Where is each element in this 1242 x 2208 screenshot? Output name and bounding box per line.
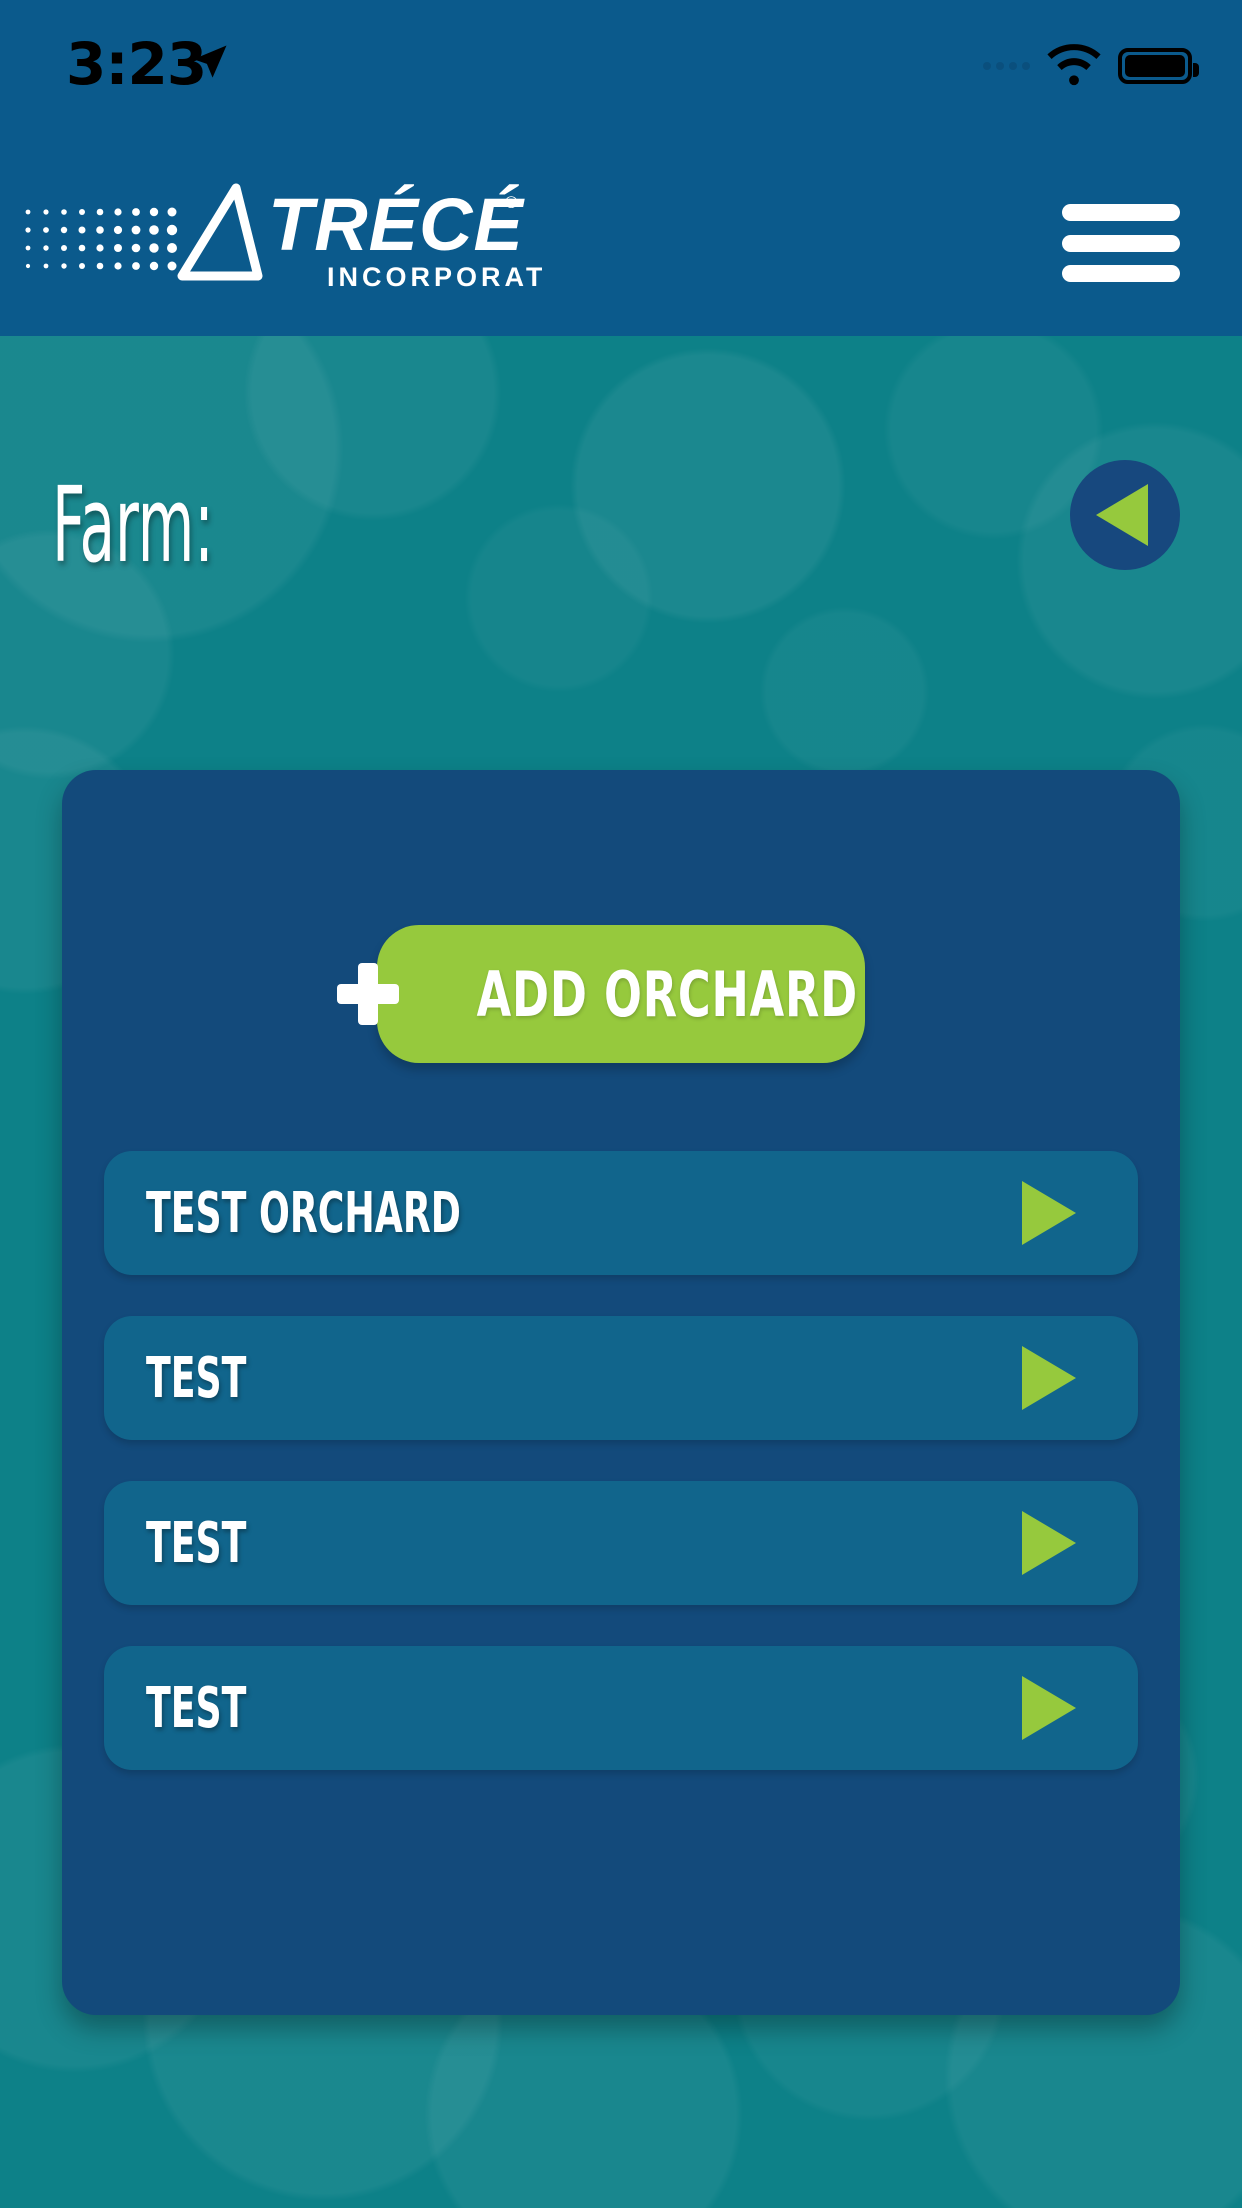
status-bar-clock: 3:23 bbox=[66, 30, 207, 98]
menu-bar-2 bbox=[1062, 234, 1180, 252]
status-bar-indicators bbox=[983, 44, 1199, 88]
app-header: TRÉCÉ ® INCORPORATED bbox=[0, 120, 1242, 336]
orchard-name: TEST ORCHARD bbox=[146, 1180, 461, 1246]
location-arrow-icon bbox=[193, 45, 227, 78]
play-triangle-icon bbox=[1022, 1676, 1076, 1740]
page-title-row: Farm: bbox=[0, 460, 1242, 620]
orchard-list-item[interactable]: TEST bbox=[104, 1316, 1138, 1440]
play-triangle-icon bbox=[1022, 1346, 1076, 1410]
add-orchard-label: ADD ORCHARD bbox=[476, 957, 858, 1031]
back-button[interactable] bbox=[1070, 460, 1180, 570]
orchard-list: TEST ORCHARD TEST TEST TEST bbox=[104, 1151, 1138, 1770]
page-title: Farm: bbox=[52, 464, 214, 586]
logo-registered-mark: ® bbox=[505, 193, 518, 212]
orchard-name: TEST bbox=[146, 1345, 247, 1411]
app-screen: 3:23 TRÉCÉ ® INCORPORAT Farm: ADD ORCHAR… bbox=[0, 0, 1242, 2208]
trece-logo: TRÉCÉ ® INCORPORATED bbox=[25, 183, 542, 292]
wifi-icon bbox=[1047, 44, 1101, 86]
play-triangle-icon bbox=[1022, 1181, 1076, 1245]
logo-wordmark: TRÉCÉ bbox=[268, 183, 525, 266]
orchard-name: TEST bbox=[146, 1510, 247, 1576]
add-orchard-button[interactable]: ADD ORCHARD bbox=[336, 925, 865, 1063]
orchard-name: TEST bbox=[146, 1675, 247, 1741]
orchard-list-item[interactable]: TEST ORCHARD bbox=[104, 1151, 1138, 1275]
orchard-list-item[interactable]: TEST bbox=[104, 1646, 1138, 1770]
back-triangle-icon bbox=[1096, 484, 1148, 546]
play-triangle-icon bbox=[1022, 1511, 1076, 1575]
orchard-list-item[interactable]: TEST bbox=[104, 1481, 1138, 1605]
plus-icon bbox=[336, 963, 399, 1025]
menu-bar-1 bbox=[1062, 204, 1180, 221]
status-bar: 3:23 bbox=[0, 0, 1242, 120]
signal-dots-icon bbox=[983, 62, 1030, 70]
battery-full-icon bbox=[1118, 48, 1199, 84]
hamburger-menu-icon[interactable] bbox=[1062, 204, 1180, 282]
logo-subtitle: INCORPORATED bbox=[327, 262, 542, 292]
orchard-card: ADD ORCHARD TEST ORCHARD TEST TEST TEST bbox=[62, 770, 1180, 2015]
menu-bar-3 bbox=[1062, 265, 1180, 282]
